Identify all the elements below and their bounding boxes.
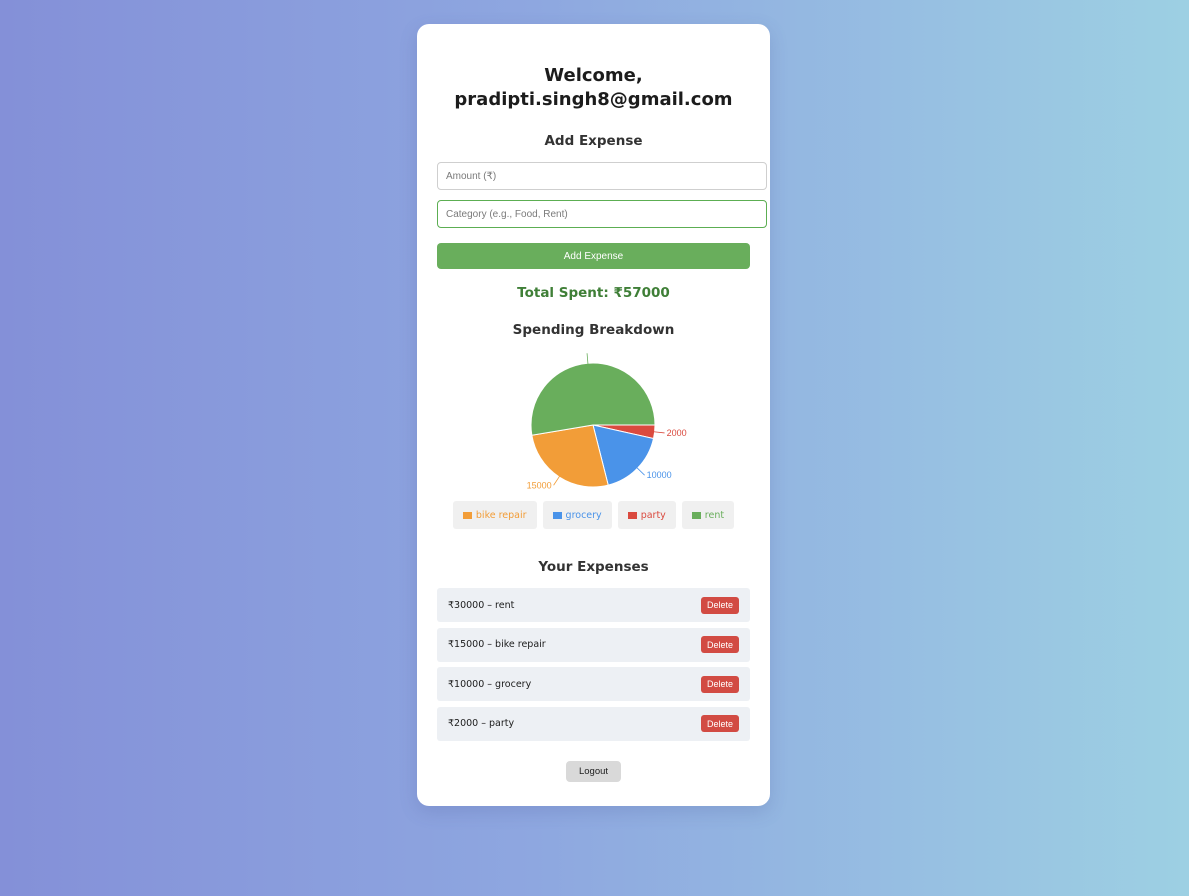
legend-item[interactable]: bike repair xyxy=(452,501,537,529)
legend-label: rent xyxy=(704,509,725,521)
legend-label: grocery xyxy=(565,509,602,521)
expense-row: ₹15000 – bike repair Delete xyxy=(437,627,750,662)
expense-text: ₹10000 – grocery xyxy=(448,678,532,690)
legend-label: party xyxy=(640,509,666,521)
expense-text: ₹15000 – bike repair xyxy=(448,639,546,650)
delete-button[interactable]: Delete xyxy=(700,596,739,614)
welcome-heading: Welcome, pradipti.singh8@gmail.com xyxy=(417,64,770,112)
delete-button[interactable]: Delete xyxy=(700,636,739,653)
legend-swatch xyxy=(691,511,701,519)
amount-input[interactable] xyxy=(437,162,767,190)
legend-item[interactable]: party xyxy=(617,501,676,529)
add-expense-title: Add Expense xyxy=(544,133,643,149)
pie-data-label: 10000 xyxy=(647,470,672,480)
expense-text: ₹30000 – rent xyxy=(448,599,515,611)
expense-row: ₹10000 – grocery Delete xyxy=(437,667,750,701)
pie-leader-line xyxy=(553,475,561,486)
expense-row: ₹2000 – party Delete xyxy=(437,706,750,741)
delete-button[interactable]: Delete xyxy=(700,675,739,693)
total-spent: Total Spent: ₹57000 xyxy=(517,285,670,301)
user-email: pradipti.singh8@gmail.com xyxy=(454,89,733,110)
your-expenses-title: Your Expenses xyxy=(538,559,649,575)
pie-data-label: 2000 xyxy=(667,428,687,438)
legend-item[interactable]: rent xyxy=(681,501,735,529)
pie-slice-rent[interactable] xyxy=(530,362,656,436)
delete-button[interactable]: Delete xyxy=(700,715,739,732)
chart-title: Spending Breakdown xyxy=(512,322,675,338)
chart-legend: bike repair grocery party rent xyxy=(417,501,770,529)
pie-leader-line xyxy=(635,466,645,476)
legend-item[interactable]: grocery xyxy=(542,501,612,529)
category-input[interactable] xyxy=(437,200,767,228)
legend-label: bike repair xyxy=(475,509,527,521)
welcome-text: Welcome, xyxy=(544,65,643,86)
legend-swatch xyxy=(627,511,637,519)
legend-swatch xyxy=(552,511,562,519)
logout-button[interactable]: Logout xyxy=(566,761,621,782)
legend-swatch xyxy=(462,511,472,519)
expense-row: ₹30000 – rent Delete xyxy=(437,588,750,622)
add-expense-button[interactable]: Add Expense xyxy=(437,243,750,269)
pie-data-label: 15000 xyxy=(527,480,552,490)
expense-list: ₹30000 – rent Delete ₹15000 – bike repair D… xyxy=(437,588,750,746)
spending-pie-chart: 2000 10000 15000 xyxy=(527,353,687,490)
expense-text: ₹2000 – party xyxy=(448,718,515,729)
expense-card: Welcome, pradipti.singh8@gmail.com Add E… xyxy=(417,24,770,806)
